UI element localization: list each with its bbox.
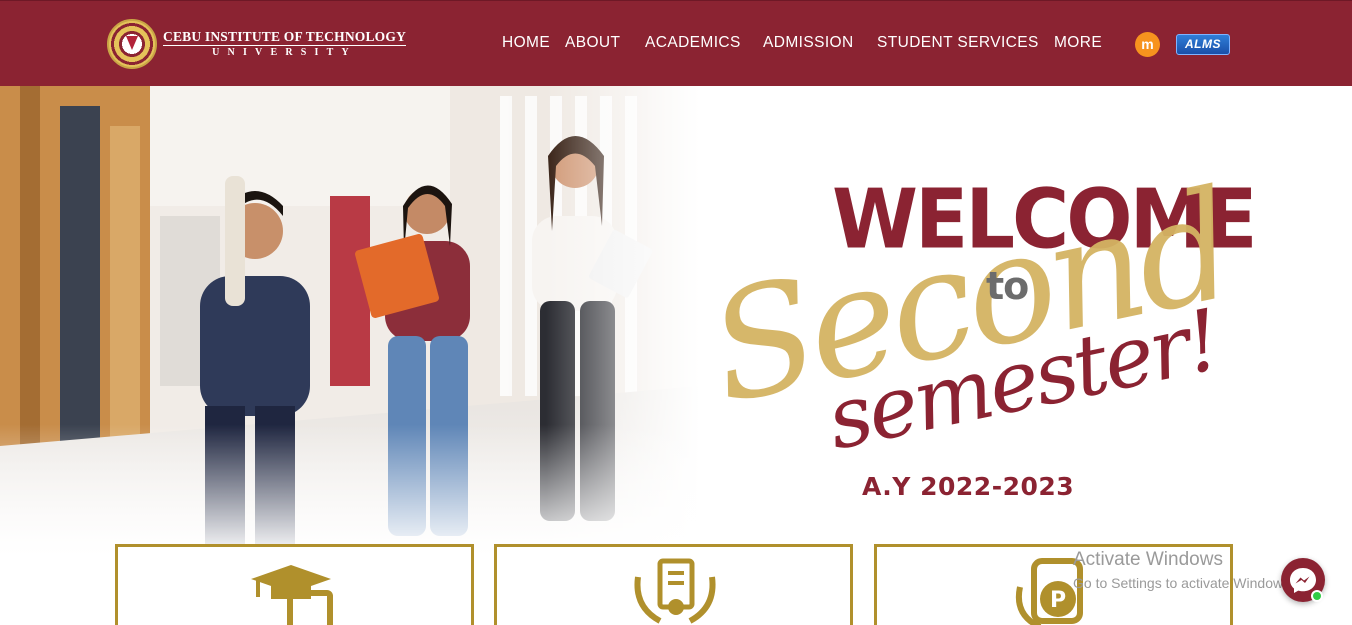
certificate-award-icon xyxy=(634,558,716,624)
university-logo[interactable]: CEBU INSTITUTE OF TECHNOLOGY UNIVERSITY xyxy=(107,19,407,69)
logo-university-line: UNIVERSITY xyxy=(212,46,357,58)
graduation-cap-icon xyxy=(251,565,333,625)
nav-about[interactable]: ABOUT xyxy=(565,34,620,52)
nav-academics[interactable]: ACADEMICS xyxy=(645,34,741,52)
svg-text:P: P xyxy=(1050,588,1066,613)
academic-year-text: A.Y 2022-2023 xyxy=(862,472,1075,501)
feature-card-awards[interactable] xyxy=(494,544,853,625)
nav-admission[interactable]: ADMISSION xyxy=(763,34,854,52)
activate-windows-watermark: Activate Windows Go to Settings to activ… xyxy=(1073,549,1294,592)
top-navigation-bar: CEBU INSTITUTE OF TECHNOLOGY UNIVERSITY … xyxy=(0,0,1352,86)
moodle-icon[interactable]: m xyxy=(1135,32,1160,57)
alms-link-button[interactable]: ALMS xyxy=(1176,34,1230,55)
hero-banner: WELCOME Second to semester! A.Y 2022-202… xyxy=(0,86,1352,556)
university-seal-icon xyxy=(107,19,157,69)
nav-more[interactable]: MORE xyxy=(1054,34,1102,52)
logo-wordmark: CEBU INSTITUTE OF TECHNOLOGY UNIVERSITY xyxy=(163,29,407,58)
activate-windows-title: Activate Windows xyxy=(1073,549,1223,570)
nav-student-services[interactable]: STUDENT SERVICES xyxy=(877,34,1039,52)
students-walking-photo xyxy=(0,86,700,556)
to-text: to xyxy=(986,264,1029,308)
feature-card-academics[interactable] xyxy=(115,544,474,625)
activate-windows-subtitle: Go to Settings to activate Windows. xyxy=(1073,574,1294,591)
nav-home[interactable]: HOME xyxy=(502,34,550,52)
logo-name-line: CEBU INSTITUTE OF TECHNOLOGY xyxy=(163,29,407,46)
online-status-dot xyxy=(1311,590,1323,602)
